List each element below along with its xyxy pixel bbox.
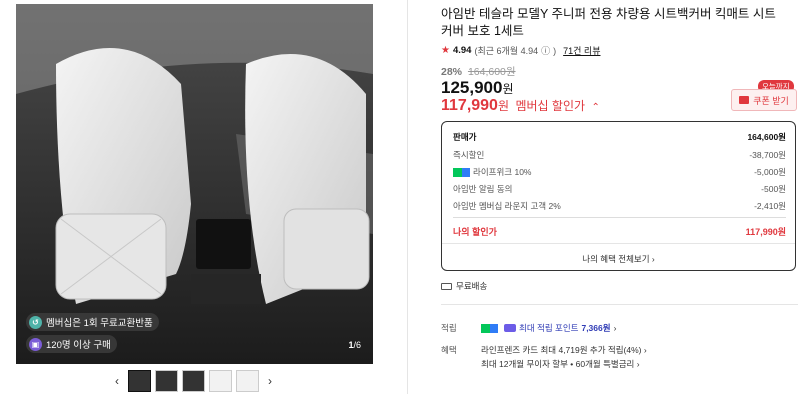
column-divider — [407, 0, 408, 394]
thumbnail-1[interactable] — [128, 370, 151, 392]
all-benefits-link[interactable]: 나의 혜택 전체보기 › — [442, 253, 795, 265]
product-title: 아임반 테슬라 모델Y 주니퍼 전용 차량용 시트백커버 킥매트 시트커버 보호… — [441, 7, 776, 38]
breakdown-divider — [453, 217, 786, 218]
coupon-icon — [739, 96, 750, 104]
breakdown-row: 판매가 164,600원 — [453, 132, 786, 142]
thumb-next-button[interactable]: › — [263, 374, 277, 388]
return-icon: ↺ — [29, 315, 42, 329]
points-value[interactable]: 최대 적립 포인트 7,366원 › — [481, 322, 616, 334]
benefit-card[interactable]: 라인프렌즈 카드 최대 4,719원 추가 적립(4%) › — [481, 344, 647, 356]
breakdown-row: 아임반 알림 동의 -500원 — [453, 184, 786, 194]
breakdown-row: 아임반 멤버십 라운지 고객 2% -2,410원 — [453, 201, 786, 211]
membership-icon — [504, 324, 516, 332]
member-price[interactable]: 117,990원 멤버십 할인가 ⌃ — [441, 97, 600, 115]
truck-icon — [441, 282, 452, 290]
product-main-image[interactable]: ↺ 멤버십은 1회 무료교환반품 ▣ 120명 이상 구매 1/6 — [16, 4, 373, 364]
image-counter: 1/6 — [348, 340, 361, 350]
coupon-button[interactable]: 쿠폰 받기 — [731, 89, 797, 111]
naver-plus-icon — [481, 323, 498, 333]
star-icon: ★ — [441, 45, 450, 56]
bag-icon: ▣ — [29, 337, 42, 351]
thumbnail-strip: ‹ › — [110, 370, 277, 392]
shipping-row: 무료배송 — [441, 280, 487, 292]
review-link[interactable]: 71건 리뷰 — [563, 44, 600, 57]
buyers-badge: ▣ 120명 이상 구매 — [26, 335, 117, 353]
breakdown-row: 즉시할인 -38,700원 — [453, 150, 786, 160]
return-badge: ↺ 멤버십은 1회 무료교환반품 — [26, 313, 159, 331]
info-icon[interactable]: ⓘ — [541, 44, 550, 57]
thumbnail-4[interactable] — [209, 370, 232, 392]
sale-price: 125,900원 — [441, 78, 514, 97]
thumbnail-3[interactable] — [182, 370, 205, 392]
thumbnail-5[interactable] — [236, 370, 259, 392]
breakdown-divider-2 — [442, 243, 795, 244]
chevron-up-icon: ⌃ — [591, 102, 600, 113]
naver-plus-icon — [453, 168, 470, 178]
points-label: 적립 — [441, 323, 457, 333]
benefits-label: 혜택 — [441, 345, 457, 355]
original-price: 164,600원 — [467, 66, 516, 78]
breakdown-row: 라이프위크 10% -5,000원 — [453, 166, 786, 178]
discount-row: 28% 164,600원 — [441, 66, 516, 78]
benefit-installment[interactable]: 최대 12개월 무이자 할부 • 60개월 특별금리 › — [481, 358, 640, 370]
rating-row: ★ 4.94 (최근 6개월 4.94 ⓘ) 71건 리뷰 — [441, 44, 601, 57]
thumb-prev-button[interactable]: ‹ — [110, 374, 124, 388]
thumbnail-2[interactable] — [155, 370, 178, 392]
my-discount-row: 나의 할인가 117,990원 — [453, 227, 786, 237]
section-divider — [441, 304, 798, 305]
price-breakdown-box: 판매가 164,600원 즉시할인 -38,700원 라이프위크 10% -5,000… — [441, 121, 796, 271]
seat-photo — [16, 4, 373, 364]
